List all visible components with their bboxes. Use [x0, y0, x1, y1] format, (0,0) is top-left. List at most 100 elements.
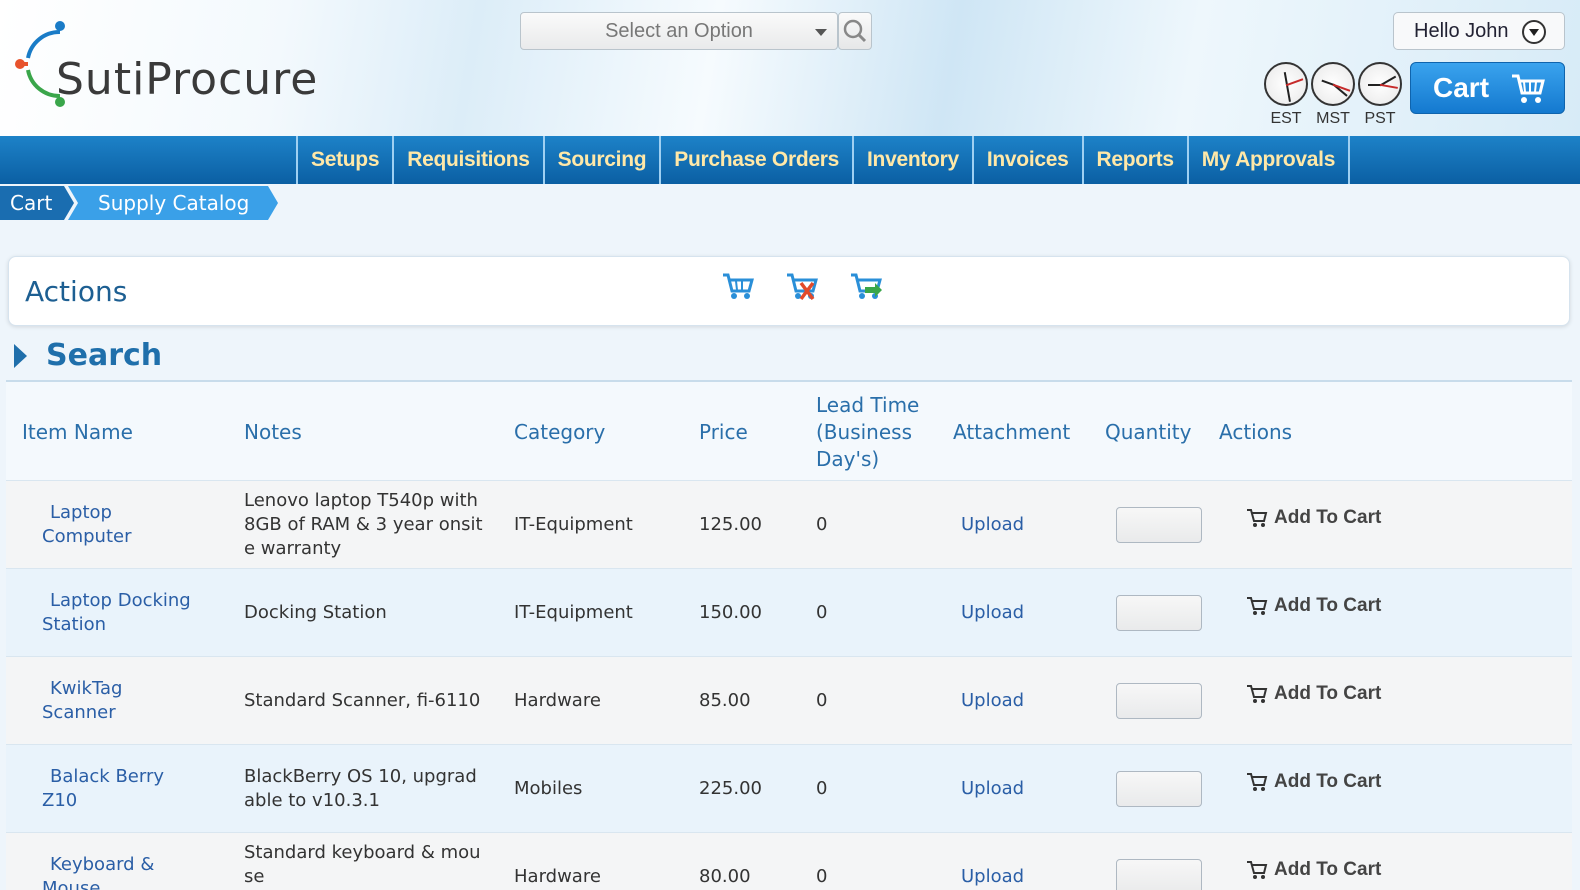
- breadcrumb-supply-catalog[interactable]: Supply Catalog: [68, 186, 278, 220]
- table-header: Item Name Notes Category Price Lead Time…: [6, 382, 1572, 480]
- table-row: Laptop Computer Lenovo laptop T540p with…: [6, 480, 1572, 568]
- item-lead-time: 0: [816, 514, 828, 535]
- item-category: IT-Equipment: [514, 602, 633, 623]
- quantity-input[interactable]: [1116, 595, 1202, 631]
- table-row: Balack Berry Z10 BlackBerry OS 10, upgra…: [6, 744, 1572, 832]
- item-name-link[interactable]: Keyboard & Mouse: [42, 853, 154, 890]
- clock-icon: [1311, 62, 1355, 106]
- nav-requisitions[interactable]: Requisitions: [392, 136, 542, 184]
- col-item-name[interactable]: Item Name: [22, 419, 133, 446]
- item-name-line: Z10: [42, 790, 78, 811]
- upload-link[interactable]: Upload: [961, 689, 1024, 713]
- item-name-line: Balack Berry: [50, 766, 165, 787]
- item-name-link[interactable]: KwikTag Scanner: [42, 677, 122, 725]
- item-price: 225.00: [699, 778, 762, 799]
- item-name-line: Station: [42, 614, 106, 635]
- actions-panel: Actions: [8, 256, 1570, 326]
- table-row: Keyboard & Mouse Standard keyboard & mou…: [6, 832, 1572, 890]
- col-actions[interactable]: Actions: [1219, 419, 1292, 446]
- item-name-line: Laptop: [50, 502, 112, 523]
- table-row: Laptop Docking Station Docking Station I…: [6, 568, 1572, 656]
- small-cart-icon: [1247, 685, 1268, 703]
- small-cart-icon: [1247, 597, 1268, 615]
- nav-invoices[interactable]: Invoices: [971, 136, 1082, 184]
- item-name-line: KwikTag: [50, 678, 123, 699]
- search-title: Search: [46, 338, 163, 373]
- notes-line: e warranty: [244, 538, 342, 559]
- small-cart-icon: [1247, 861, 1268, 879]
- expand-arrow-icon: [14, 344, 27, 368]
- quantity-input[interactable]: [1116, 771, 1202, 807]
- item-name-line: Scanner: [42, 702, 116, 723]
- col-quantity[interactable]: Quantity: [1105, 419, 1191, 446]
- search-icon: [843, 19, 867, 43]
- item-name-line: Keyboard &: [50, 854, 155, 875]
- clock-label: PST: [1364, 110, 1396, 127]
- upload-link[interactable]: Upload: [961, 777, 1024, 801]
- app-header: SutiProcure Select an Option Hello John …: [0, 0, 1580, 136]
- notes-line: Docking Station: [244, 602, 387, 623]
- cart-button[interactable]: Cart: [1410, 62, 1565, 114]
- breadcrumb-cart[interactable]: Cart: [0, 186, 74, 220]
- item-category: Hardware: [514, 866, 601, 887]
- col-price[interactable]: Price: [699, 419, 748, 446]
- checkout-cart-icon[interactable]: [849, 269, 883, 303]
- upload-link[interactable]: Upload: [961, 513, 1024, 537]
- notes-line: Lenovo laptop T540p with: [244, 490, 478, 511]
- item-notes: Lenovo laptop T540p with 8GB of RAM & 3 …: [244, 489, 483, 561]
- user-greeting: Hello John: [1414, 20, 1509, 42]
- nav-inventory[interactable]: Inventory: [852, 136, 972, 184]
- notes-line: se: [244, 866, 265, 887]
- clock-pst: PST: [1356, 62, 1404, 128]
- clock-icon: [1358, 62, 1402, 106]
- user-menu[interactable]: Hello John: [1393, 12, 1565, 50]
- item-price: 85.00: [699, 690, 751, 711]
- col-attachment[interactable]: Attachment: [953, 419, 1070, 446]
- add-to-cart-icon[interactable]: [721, 269, 755, 303]
- col-category[interactable]: Category: [514, 419, 605, 446]
- remove-from-cart-icon[interactable]: [785, 269, 819, 303]
- quantity-input[interactable]: [1116, 507, 1202, 543]
- notes-line: able to v10.3.1: [244, 790, 380, 811]
- timezone-clocks: EST MST PST: [1262, 62, 1402, 134]
- upload-link[interactable]: Upload: [961, 865, 1024, 889]
- nav-setups[interactable]: Setups: [296, 136, 392, 184]
- item-notes: Docking Station: [244, 601, 387, 625]
- option-select[interactable]: Select an Option: [520, 12, 838, 50]
- item-name-link[interactable]: Laptop Computer: [42, 501, 131, 549]
- nav-reports[interactable]: Reports: [1081, 136, 1187, 184]
- col-notes[interactable]: Notes: [244, 419, 302, 446]
- item-lead-time: 0: [816, 778, 828, 799]
- main-nav: Setups Requisitions Sourcing Purchase Or…: [0, 136, 1580, 184]
- item-name-link[interactable]: Balack Berry Z10: [42, 765, 164, 813]
- item-category: Hardware: [514, 690, 601, 711]
- item-lead-time: 0: [816, 602, 828, 623]
- item-name-line: Computer: [42, 526, 132, 547]
- item-name-link[interactable]: Laptop Docking Station: [42, 589, 191, 637]
- notes-line: Standard Scanner, fi-6110: [244, 690, 481, 711]
- item-price: 150.00: [699, 602, 762, 623]
- col-lead-time-line1: Lead Time: [816, 393, 920, 417]
- cart-button-label: Cart: [1433, 72, 1490, 103]
- item-lead-time: 0: [816, 866, 828, 887]
- item-name-line: Laptop Docking: [50, 590, 191, 611]
- sutiprocure-logo[interactable]: SutiProcure: [12, 14, 317, 114]
- notes-line: BlackBerry OS 10, upgrad: [244, 766, 477, 787]
- nav-sourcing[interactable]: Sourcing: [542, 136, 660, 184]
- item-notes: BlackBerry OS 10, upgrad able to v10.3.1: [244, 765, 477, 813]
- shopping-cart-icon: [1512, 74, 1545, 103]
- quantity-input[interactable]: [1116, 683, 1202, 719]
- upload-link[interactable]: Upload: [961, 601, 1024, 625]
- nav-my-approvals[interactable]: My Approvals: [1186, 136, 1351, 184]
- item-notes: Standard Scanner, fi-6110: [244, 689, 480, 713]
- search-button[interactable]: [838, 12, 872, 50]
- small-cart-icon: [1247, 773, 1268, 791]
- item-price: 125.00: [699, 514, 762, 535]
- col-lead-time-line3: Day's): [816, 447, 880, 471]
- nav-purchase-orders[interactable]: Purchase Orders: [659, 136, 852, 184]
- clock-est: EST: [1262, 62, 1310, 128]
- add-to-cart-label: Add To Cart: [1274, 859, 1382, 880]
- item-lead-time: 0: [816, 690, 828, 711]
- col-lead-time[interactable]: Lead Time (Business Day's): [816, 392, 919, 473]
- quantity-input[interactable]: [1116, 859, 1202, 890]
